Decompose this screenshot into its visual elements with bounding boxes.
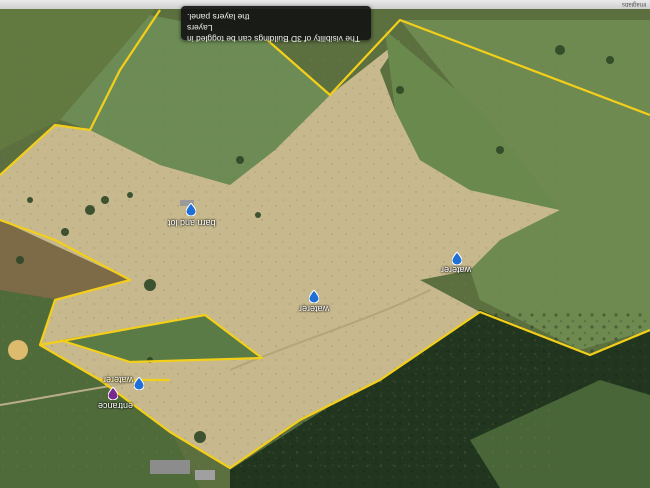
marker-label-entrance[interactable]: entrance <box>98 401 133 411</box>
water-drop-icon[interactable] <box>452 252 462 265</box>
pin-icon[interactable] <box>108 387 118 400</box>
marker-label-waterer-south[interactable]: waterer <box>103 375 133 385</box>
tooltip-line-1-text: The visibility of 3D Buildings can be to… <box>187 34 360 44</box>
water-drop-icon[interactable] <box>134 377 144 390</box>
map-screen: Imaglabs The visibility of 3D Buildings … <box>0 0 650 488</box>
satellite-map[interactable] <box>0 0 650 488</box>
marker-label-barn-and-lot[interactable]: barn and lot <box>168 218 216 228</box>
water-drop-icon[interactable] <box>186 203 196 216</box>
map-attribution: Imaglabs <box>621 1 646 7</box>
layers-link[interactable]: Layers <box>187 23 213 33</box>
tooltip-line-1: The visibility of 3D Buildings can be to… <box>187 22 365 44</box>
map-svg[interactable] <box>0 0 650 488</box>
tooltip-line-2: the layers panel. <box>187 12 250 22</box>
marker-label-waterer-east[interactable]: waterer <box>441 265 471 275</box>
building-south <box>150 460 190 474</box>
marker-label-waterer-center[interactable]: waterer <box>299 304 329 314</box>
tooltip-text: The visibility of 3D Buildings can be to… <box>187 11 365 44</box>
water-drop-icon[interactable] <box>309 290 319 303</box>
building-south-2 <box>195 470 215 480</box>
building-glow <box>8 340 28 360</box>
layers-tooltip[interactable]: The visibility of 3D Buildings can be to… <box>181 6 371 44</box>
